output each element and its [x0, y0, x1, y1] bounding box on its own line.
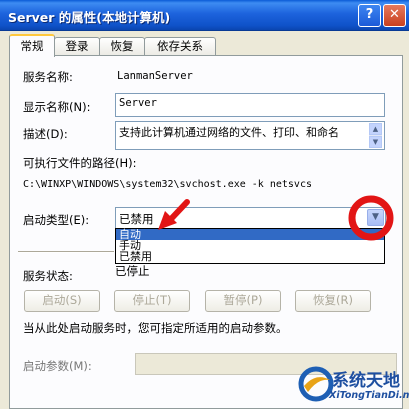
tab-label: 登录: [65, 39, 89, 53]
exe-path-value: C:\WINXP\WINDOWS\system32\svchost.exe -k…: [23, 179, 312, 190]
watermark-en: XiTongTianDi.net: [329, 390, 409, 401]
title-bar[interactable]: Server 的属性(本地计算机) ? ✕: [0, 0, 409, 31]
service-name-label: 服务名称:: [23, 70, 73, 84]
close-button[interactable]: ✕: [383, 4, 406, 27]
stop-button[interactable]: 停止(T): [114, 290, 190, 312]
divider: [18, 251, 114, 253]
description-scrollbar[interactable]: ▲ ▼: [369, 123, 382, 148]
display-name-value: Server: [119, 97, 157, 109]
tab-label: 恢复: [110, 39, 134, 53]
scroll-up-icon[interactable]: ▲: [369, 123, 382, 135]
start-params-hint: 当从此处启动服务时，您可指定所适用的启动参数。: [23, 321, 288, 335]
close-icon: ✕: [389, 7, 400, 22]
help-button[interactable]: ?: [358, 4, 381, 27]
window-title: Server 的属性(本地计算机): [8, 10, 171, 25]
display-name-field[interactable]: Server: [115, 93, 385, 117]
resume-button[interactable]: 恢复(R): [295, 290, 371, 312]
service-name-value: LanmanServer: [117, 70, 193, 82]
service-status-value: 已停止: [115, 264, 150, 278]
tab-general[interactable]: 常规: [9, 34, 55, 57]
startup-type-label: 启动类型(E):: [23, 213, 90, 227]
option-disabled[interactable]: 已禁用: [116, 251, 384, 262]
start-params-label: 启动参数(M):: [23, 359, 92, 373]
display-name-label: 显示名称(N):: [23, 100, 91, 114]
help-icon: ?: [365, 7, 374, 22]
startup-type-combo[interactable]: 已禁用 ▼: [115, 207, 386, 229]
option-manual[interactable]: 手动: [116, 240, 384, 251]
startup-type-value: 已禁用: [119, 212, 154, 226]
description-field[interactable]: 支持此计算机通过网络的文件、打印、和命名 ▲ ▼: [115, 121, 385, 150]
service-status-label: 服务状态:: [23, 269, 73, 283]
description-label: 描述(D):: [23, 127, 68, 141]
description-text: 支持此计算机通过网络的文件、打印、和命名: [119, 126, 339, 139]
watermark-cn: 系统天地: [332, 371, 400, 391]
pause-button[interactable]: 暂停(P): [205, 290, 281, 312]
option-auto[interactable]: 自动: [116, 229, 384, 240]
tab-label: 常规: [20, 39, 44, 53]
startup-type-dropdown[interactable]: 自动 手动 已禁用: [115, 228, 385, 264]
general-panel: 服务名称: LanmanServer 显示名称(N): Server 描述(D)…: [9, 55, 403, 409]
dialog-client: 常规 登录 恢复 依存关系 服务名称: LanmanServer 显示名称(N)…: [3, 31, 406, 409]
chevron-down-icon[interactable]: ▼: [367, 209, 384, 226]
start-button[interactable]: 启动(S): [24, 290, 100, 312]
tab-logon[interactable]: 登录: [54, 37, 100, 55]
tab-label: 依存关系: [157, 39, 203, 53]
tab-recovery[interactable]: 恢复: [99, 37, 145, 55]
tab-dependencies[interactable]: 依存关系: [144, 37, 216, 55]
scroll-down-icon[interactable]: ▼: [369, 136, 382, 148]
watermark: 系统天地 XiTongTianDi.net: [296, 360, 409, 409]
exe-path-label: 可执行文件的路径(H):: [23, 156, 137, 170]
